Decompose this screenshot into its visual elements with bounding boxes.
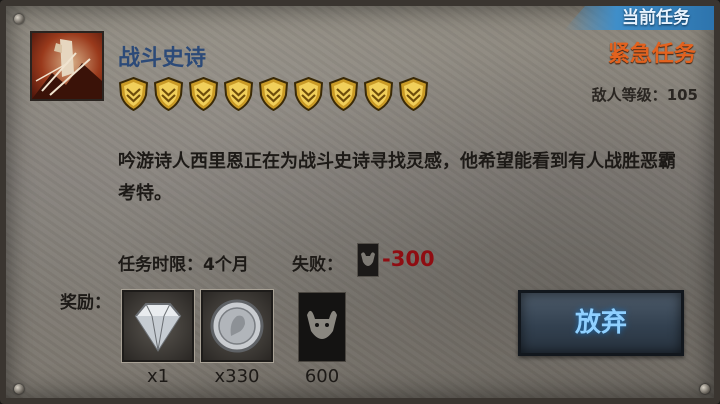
rivet [14,14,24,24]
quest-title: 战斗史诗 [118,46,207,71]
enemy-level-value: 105 [666,86,698,104]
stress-bull-icon [357,243,379,277]
difficulty-shield-icon [153,77,184,111]
difficulty-shield-icon [398,77,429,111]
enemy-level-label: 敌人等级： [591,86,667,104]
reward-count: x1 [146,366,170,387]
portrait-art [32,39,102,99]
quest-description: 吟游诗人西里恩正在为战斗史诗寻找灵感，他希望能看到有人战胜恶霸考特。 [118,151,676,204]
fail-value: -300 [382,247,435,271]
enemy-level: 敌人等级：105 [592,84,698,105]
difficulty-shield-icon [188,77,219,111]
time-limit: 任务时限：4个月 [118,255,249,275]
difficulty-shield-icon [328,77,359,111]
fail-icon-art [361,252,375,266]
reward-count: 600 [304,366,340,387]
reward-count: x330 [214,366,260,387]
difficulty-shield-icon [293,77,324,111]
diamond-art [134,303,182,352]
rivet [14,384,24,394]
reward-label: 奖励： [60,293,111,313]
current-task-tab[interactable]: 当前任务 [564,6,714,30]
stress-art [307,310,337,339]
difficulty-shield-icon [223,77,254,111]
diamond-icon[interactable] [122,290,194,362]
stress-bull-icon[interactable] [298,292,346,362]
fail-label: 失败： [292,255,343,275]
difficulty-shield-icon [118,77,149,111]
urgency-label: 紧急任务 [607,42,696,67]
difficulty-shield-icon [258,77,289,111]
silver-coin-icon[interactable] [201,290,273,362]
coin-art [210,299,264,353]
abandon-button[interactable]: 放弃 [518,290,684,356]
rivet [700,384,710,394]
battle-epic-portrait-icon [30,31,104,101]
difficulty-shields [118,77,429,111]
difficulty-shield-icon [363,77,394,111]
